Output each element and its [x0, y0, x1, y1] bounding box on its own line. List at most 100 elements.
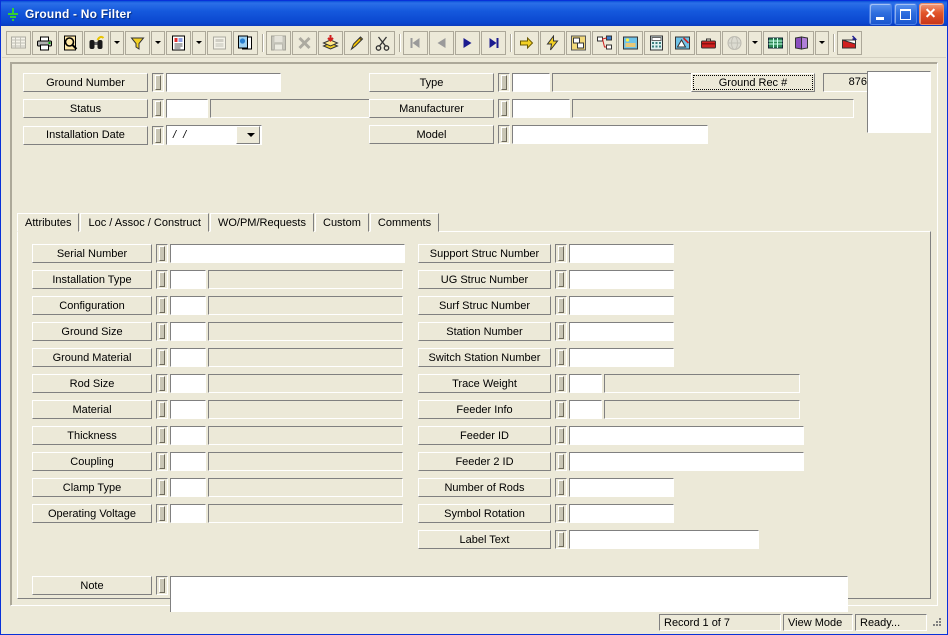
manufacturer-label[interactable]: Manufacturer — [369, 99, 494, 118]
toolbox-icon[interactable] — [696, 30, 721, 55]
first-record-icon[interactable] — [403, 30, 428, 55]
record-image-box[interactable] — [867, 71, 931, 133]
delete-icon[interactable] — [292, 30, 317, 55]
serial-number-label[interactable]: Serial Number — [32, 244, 152, 263]
spreadsheet-icon[interactable] — [763, 30, 788, 55]
globe-dropdown-arrow-icon[interactable] — [748, 30, 762, 55]
feeder-2-id-label[interactable]: Feeder 2 ID — [418, 452, 551, 471]
ground-size-lookup-icon[interactable] — [156, 322, 168, 341]
ug-struc-number-lookup-icon[interactable] — [555, 270, 567, 289]
find-dropdown-arrow-icon[interactable] — [110, 30, 124, 55]
status-label[interactable]: Status — [23, 99, 148, 118]
feeder-id-lookup-icon[interactable] — [555, 426, 567, 445]
trace-weight-label[interactable]: Trace Weight — [418, 374, 551, 393]
cut-scissors-icon[interactable] — [370, 30, 395, 55]
label-text-label[interactable]: Label Text — [418, 530, 551, 549]
thickness-lookup-icon[interactable] — [156, 426, 168, 445]
station-number-input[interactable] — [569, 322, 674, 341]
coupling-lookup-icon[interactable] — [156, 452, 168, 471]
edit-pencil-icon[interactable] — [344, 30, 369, 55]
manufacturer-lookup-icon[interactable] — [498, 99, 510, 118]
tab-custom[interactable]: Custom — [315, 213, 369, 232]
installation-date-input[interactable]: / / — [166, 125, 262, 145]
previous-record-icon[interactable] — [429, 30, 454, 55]
operating-voltage-lookup-icon[interactable] — [156, 504, 168, 523]
note-lookup-icon[interactable] — [156, 576, 168, 595]
trace-weight-code-input[interactable] — [569, 374, 602, 393]
rod-size-lookup-icon[interactable] — [156, 374, 168, 393]
tab-wo-pm-requests[interactable]: WO/PM/Requests — [209, 213, 314, 232]
switch-station-number-input[interactable] — [569, 348, 674, 367]
ground-rec-number-label[interactable]: Ground Rec # — [691, 73, 815, 92]
resize-grip-icon[interactable] — [930, 615, 944, 630]
type-code-input[interactable] — [512, 73, 550, 92]
configuration-label[interactable]: Configuration — [32, 296, 152, 315]
operating-voltage-label[interactable]: Operating Voltage — [32, 504, 152, 523]
find-binoculars-icon[interactable] — [84, 30, 109, 55]
form-properties-icon[interactable] — [207, 30, 232, 55]
surf-struc-number-input[interactable] — [569, 296, 674, 315]
feeder-2-id-input[interactable] — [569, 452, 804, 471]
installation-date-lookup-icon[interactable] — [152, 125, 164, 145]
help-dropdown-arrow-icon[interactable] — [815, 30, 829, 55]
symbol-rotation-input[interactable] — [569, 504, 674, 523]
surf-struc-number-lookup-icon[interactable] — [555, 296, 567, 315]
associations-icon[interactable] — [566, 30, 591, 55]
rod-size-label[interactable]: Rod Size — [32, 374, 152, 393]
thickness-label[interactable]: Thickness — [32, 426, 152, 445]
rod-size-code-input[interactable] — [170, 374, 206, 393]
switch-station-number-lookup-icon[interactable] — [555, 348, 567, 367]
status-lookup-icon[interactable] — [152, 99, 164, 118]
exit-icon[interactable] — [837, 30, 862, 55]
feeder-id-label[interactable]: Feeder ID — [418, 426, 551, 445]
configuration-lookup-icon[interactable] — [156, 296, 168, 315]
calendar-dropdown-icon[interactable] — [236, 126, 260, 144]
help-book-icon[interactable] — [789, 30, 814, 55]
thickness-code-input[interactable] — [170, 426, 206, 445]
trace-weight-lookup-icon[interactable] — [555, 374, 567, 393]
station-number-label[interactable]: Station Number — [418, 322, 551, 341]
model-input[interactable] — [512, 125, 708, 144]
coupling-label[interactable]: Coupling — [32, 452, 152, 471]
filter-dropdown-arrow-icon[interactable] — [151, 30, 165, 55]
add-record-icon[interactable] — [318, 30, 343, 55]
model-lookup-icon[interactable] — [498, 125, 510, 144]
note-label[interactable]: Note — [32, 576, 152, 595]
manufacturer-code-input[interactable] — [512, 99, 570, 118]
station-number-lookup-icon[interactable] — [555, 322, 567, 341]
label-text-input[interactable] — [569, 530, 759, 549]
material-label[interactable]: Material — [32, 400, 152, 419]
feeder-info-code-input[interactable] — [569, 400, 602, 419]
copy-record-icon[interactable] — [233, 30, 258, 55]
next-record-icon[interactable] — [455, 30, 480, 55]
installation-type-code-input[interactable] — [170, 270, 206, 289]
support-struc-number-input[interactable] — [569, 244, 674, 263]
status-code-input[interactable] — [166, 99, 208, 118]
save-icon[interactable] — [266, 30, 291, 55]
tab-comments[interactable]: Comments — [369, 213, 440, 232]
ground-material-lookup-icon[interactable] — [156, 348, 168, 367]
ground-size-code-input[interactable] — [170, 322, 206, 341]
maximize-button[interactable] — [894, 2, 917, 25]
report-icon[interactable] — [166, 30, 191, 55]
serial-number-input[interactable] — [170, 244, 405, 263]
symbol-rotation-lookup-icon[interactable] — [555, 504, 567, 523]
feeder-info-lookup-icon[interactable] — [555, 400, 567, 419]
number-of-rods-lookup-icon[interactable] — [555, 478, 567, 497]
print-preview-icon[interactable] — [58, 30, 83, 55]
clamp-type-label[interactable]: Clamp Type — [32, 478, 152, 497]
lightning-icon[interactable] — [540, 30, 565, 55]
operating-voltage-code-input[interactable] — [170, 504, 206, 523]
installation-date-label[interactable]: Installation Date — [23, 125, 148, 145]
tab-loc-assoc-construct[interactable]: Loc / Assoc / Construct — [80, 213, 209, 232]
clamp-type-lookup-icon[interactable] — [156, 478, 168, 497]
coupling-code-input[interactable] — [170, 452, 206, 471]
feeder-id-input[interactable] — [569, 426, 804, 445]
note-input[interactable] — [170, 576, 848, 612]
configuration-code-input[interactable] — [170, 296, 206, 315]
hierarchy-icon[interactable] — [592, 30, 617, 55]
minimize-button[interactable] — [869, 2, 892, 25]
support-struc-number-lookup-icon[interactable] — [555, 244, 567, 263]
last-record-icon[interactable] — [481, 30, 506, 55]
switch-station-number-label[interactable]: Switch Station Number — [418, 348, 551, 367]
